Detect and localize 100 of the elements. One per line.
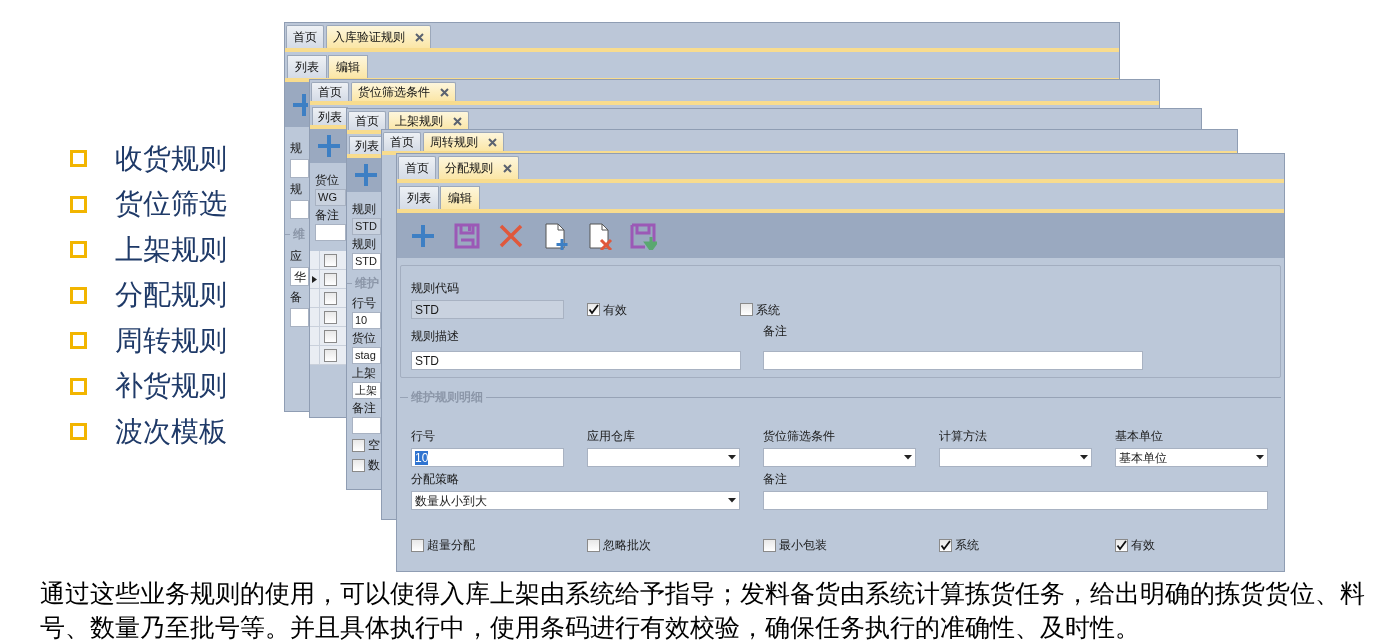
tab[interactable]: 首页 [383,132,421,151]
tab[interactable]: 首页 [311,82,349,101]
bullet-text: 分配规则 [115,278,227,313]
tab[interactable]: 首页 [348,111,386,130]
input-field[interactable]: 华 [290,267,309,286]
save-icon [453,221,481,250]
checkbox-label: 有效 [603,301,627,319]
input-field[interactable]: WG [315,189,346,206]
checkbox-label: 最小包装 [779,537,827,554]
input-field[interactable]: 上架 [352,382,381,399]
checkbox[interactable] [352,438,365,452]
dropdown[interactable] [763,448,916,467]
tab[interactable]: 首页 [286,25,324,48]
bullet-icon [70,286,87,304]
field-label: 应用仓库 [587,428,635,444]
close-tab-button[interactable] [440,87,449,97]
input-field[interactable] [315,224,346,241]
dropdown[interactable]: 基本单位 [1115,448,1268,467]
dropdown-arrow-icon [728,455,736,460]
checkbox-label: 系统 [756,301,780,319]
bullet-text: 补货规则 [115,369,227,404]
checkbox[interactable] [740,303,753,316]
bullet-icon [70,423,87,441]
bullet-text: 周转规则 [115,323,227,358]
add-icon [352,161,380,189]
input-field[interactable] [763,351,1143,370]
tab[interactable]: 编辑 [440,186,480,209]
input-field[interactable]: STD [411,351,741,370]
save-download-icon [629,221,657,250]
dropdown-arrow-icon [1080,455,1088,460]
input-field[interactable] [290,308,309,327]
input-field[interactable]: 10 [352,312,381,329]
bullet-icon [70,377,87,395]
tab[interactable]: 货位筛选条件 [351,82,456,101]
bullet-text: 收货规则 [115,141,227,176]
close-tab-button[interactable] [488,137,497,147]
field-label: 行号 [352,296,376,310]
tab[interactable]: 入库验证规则 [326,25,431,48]
checkbox[interactable] [939,538,952,552]
dropdown-arrow-icon [1256,455,1264,460]
tab[interactable]: 编辑 [328,55,368,78]
checkbox[interactable] [763,538,776,552]
dropdown[interactable]: 数量从小到大 [411,491,740,510]
bullet-text: 货位筛选 [115,187,227,222]
field-label: 备注 [352,401,376,415]
input-field[interactable] [290,200,309,219]
add-icon [315,132,343,160]
close-tab-button[interactable] [503,163,512,173]
tab[interactable]: 分配规则 [438,156,519,179]
close-tab-button[interactable] [453,116,462,126]
checkbox[interactable] [323,329,337,343]
field-label: 货位 [352,331,376,345]
checkbox[interactable] [323,272,337,286]
field-label: 货位筛选条件 [763,428,835,444]
checkbox-label: 忽略批次 [603,537,651,554]
checkbox[interactable] [323,310,337,324]
checkbox[interactable] [587,538,600,552]
checkbox[interactable] [352,458,365,472]
tab[interactable]: 列表 [287,55,327,78]
field-label: 备 [290,290,302,304]
field-label: 规则 [352,202,376,216]
tab[interactable]: 列表 [399,186,439,209]
close-tab-button[interactable] [415,32,424,42]
input-field[interactable]: stag [352,347,381,364]
checkbox[interactable] [323,291,337,305]
field-label: 规则描述 [411,329,459,343]
checkbox-label: 系统 [955,537,979,554]
dropdown-arrow-icon [728,498,736,503]
dropdown[interactable] [587,448,740,467]
field-label: 规则代码 [411,280,459,296]
field-label: 分配策略 [411,471,459,487]
checkbox[interactable] [411,538,424,552]
field-label: 规则 [352,237,376,251]
tab[interactable]: 首页 [398,156,436,179]
input-field[interactable] [290,159,309,178]
checkbox[interactable] [323,348,337,362]
bullet-icon [70,150,87,168]
field-label: 行号 [411,428,435,444]
input-field[interactable] [352,417,381,434]
input-field[interactable]: STD [352,253,381,270]
input-field[interactable]: 10 [411,448,564,467]
field-label: 基本单位 [1115,428,1163,444]
tab[interactable]: 周转规则 [423,132,504,151]
checkbox-label: 有效 [1131,537,1155,554]
checkbox[interactable] [587,303,600,316]
bullet-icon [70,195,87,213]
dropdown[interactable] [939,448,1092,467]
input-field[interactable] [763,491,1268,510]
input-field[interactable]: STD [411,300,564,319]
field-label: 计算方法 [939,428,987,444]
tab[interactable]: 列表 [312,107,348,125]
checkbox-label: 数 [368,457,380,474]
input-field[interactable]: STD [352,218,381,235]
dropdown-arrow-icon [904,455,912,460]
bullet-icon [70,241,87,259]
checkbox-label: 空 [368,437,380,454]
bullet-text: 上架规则 [115,232,227,267]
checkbox-label: 超量分配 [427,537,475,554]
checkbox[interactable] [323,253,337,267]
checkbox[interactable] [1115,538,1128,552]
